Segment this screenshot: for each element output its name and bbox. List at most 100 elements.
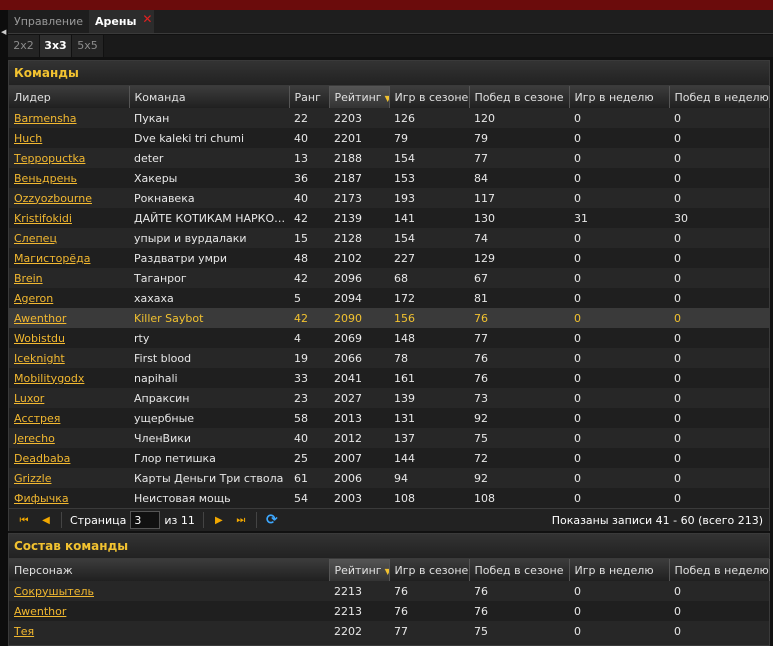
table-row[interactable]: Wobistdu rty 4 2069 148 77 0 0 (9, 328, 769, 348)
cell-rank: 36 (289, 168, 329, 188)
table-row[interactable]: Awenthor Killer Saybot 42 2090 156 76 0 0 (9, 308, 769, 328)
character-link[interactable]: Тея (14, 625, 34, 638)
character-link[interactable]: Слепец (14, 232, 57, 245)
cell-rating: 2003 (329, 488, 389, 508)
table-row[interactable]: Слепец упыри и вурдалаки 15 2128 154 74 0 0 (9, 228, 769, 248)
table-row[interactable]: Awenthor 2213 76 76 0 0 (9, 601, 769, 621)
tab-5x5[interactable]: 5x5 (72, 35, 104, 57)
column-header-season-games[interactable]: Игр в сезоне (389, 559, 470, 581)
cell-week-games: 0 (569, 268, 669, 288)
collapse-handle[interactable]: ◀ (0, 10, 8, 646)
table-row[interactable]: Сокрушытель 2213 76 76 0 0 (9, 581, 769, 601)
cell-season-wins: 92 (469, 408, 569, 428)
cell-rating: 2201 (329, 128, 389, 148)
first-page-icon[interactable]: ⏮ (13, 515, 35, 526)
character-link[interactable]: Brein (14, 272, 43, 285)
refresh-icon[interactable]: ⟳ (261, 512, 283, 528)
table-row[interactable]: Веньдрень Хакеры 36 2187 153 84 0 0 (9, 168, 769, 188)
column-header-season-wins[interactable]: Побед в сезоне (469, 86, 570, 108)
character-link[interactable]: Wobistdu (14, 332, 65, 345)
cell-leader: Luxor (9, 388, 129, 408)
tab-3x3[interactable]: 3x3 (40, 35, 72, 57)
cell-week-wins: 0 (669, 248, 769, 268)
table-row[interactable]: Асстрея ущербные 58 2013 131 92 0 0 (9, 408, 769, 428)
column-header-week-wins[interactable]: Побед в неделю (669, 86, 770, 108)
table-row[interactable]: Grizzle Карты Деньги Три ствола 61 2006 94 92… (9, 468, 769, 488)
table-row[interactable]: Kristifokidi ДАЙТЕ КОТИКАМ НАРКОТИКИ 42 213… (9, 208, 769, 228)
character-link[interactable]: Веньдрень (14, 172, 77, 185)
character-link[interactable]: Luxor (14, 392, 44, 405)
character-link[interactable]: Iceknight (14, 352, 65, 365)
character-link[interactable]: Mobilitygodx (14, 372, 84, 385)
cell-week-games: 31 (569, 208, 669, 228)
cell-season-games: 161 (389, 368, 469, 388)
column-header-character[interactable]: Персонаж (9, 559, 330, 581)
column-header-rating[interactable]: Рейтинг▼ (329, 559, 390, 581)
table-row[interactable]: Iceknight First blood 19 2066 78 76 0 0 (9, 348, 769, 368)
table-row[interactable]: Тея 2202 77 75 0 0 (9, 621, 769, 641)
table-row[interactable]: Терpopuctka deter 13 2188 154 77 0 0 (9, 148, 769, 168)
character-link[interactable]: Ozzyozbourne (14, 192, 92, 205)
last-page-icon[interactable]: ⏭ (230, 515, 252, 526)
table-row[interactable]: Barmensha Пукан 22 2203 126 120 0 0 (9, 108, 769, 128)
column-header-season-games[interactable]: Игр в сезоне (389, 86, 470, 108)
cell-team: хахаха (129, 288, 289, 308)
table-row[interactable]: Jerecho ЧленВики 40 2012 137 75 0 0 (9, 428, 769, 448)
cell-week-wins: 0 (669, 148, 769, 168)
character-link[interactable]: Awenthor (14, 312, 66, 325)
table-row[interactable]: Huch Dve kaleki tri chumi 40 2201 79 79 0 0 (9, 128, 769, 148)
cell-rank: 42 (289, 268, 329, 288)
column-header-leader[interactable]: Лидер (9, 86, 130, 108)
table-row[interactable]: Deadbaba Глор петишка 25 2007 144 72 0 0 (9, 448, 769, 468)
cell-week-wins: 30 (669, 208, 769, 228)
table-row[interactable]: Ozzyozbourne Рокнавека 40 2173 193 117 0 0 (9, 188, 769, 208)
cell-week-wins: 0 (669, 228, 769, 248)
column-header-week-games[interactable]: Игр в неделю (569, 86, 670, 108)
character-link[interactable]: Асстрея (14, 412, 60, 425)
table-row[interactable]: Магисторёда Раздватри умри 48 2102 227 129 0 0 (9, 248, 769, 268)
cell-season-games: 131 (389, 408, 469, 428)
page-input[interactable] (130, 511, 161, 529)
tab-arenas[interactable]: Арены ✕ (89, 10, 155, 33)
character-link[interactable]: Awenthor (14, 605, 66, 618)
character-link[interactable]: Сокрушытель (14, 585, 94, 598)
cell-leader: Iceknight (9, 348, 129, 368)
column-label: Игр в сезоне (394, 563, 469, 577)
table-row[interactable]: Luxor Апраксин 23 2027 139 73 0 0 (9, 388, 769, 408)
character-link[interactable]: Фифычка (14, 492, 69, 505)
column-header-rank[interactable]: Ранг (289, 86, 330, 108)
character-link[interactable]: Barmensha (14, 112, 77, 125)
cell-rating: 2027 (329, 388, 389, 408)
next-page-icon[interactable]: ▶ (208, 515, 230, 526)
cell-season-games: 227 (389, 248, 469, 268)
column-header-season-wins[interactable]: Побед в сезоне (469, 559, 570, 581)
column-header-week-games[interactable]: Игр в неделю (569, 559, 670, 581)
table-row[interactable]: Mobilitygodx napihali 33 2041 161 76 0 0 (9, 368, 769, 388)
character-link[interactable]: Ageron (14, 292, 53, 305)
column-header-week-wins[interactable]: Побед в неделю (669, 559, 770, 581)
cell-season-wins: 76 (469, 308, 569, 328)
cell-season-games: 139 (389, 388, 469, 408)
table-row[interactable]: Brein Таганрог 42 2096 68 67 0 0 (9, 268, 769, 288)
window-top-bar (0, 0, 773, 10)
column-header-team[interactable]: Команда (129, 86, 290, 108)
close-icon[interactable]: ✕ (142, 13, 152, 25)
character-link[interactable]: Терpopuctka (14, 152, 85, 165)
cell-rating: 2203 (329, 108, 389, 128)
cell-season-games: 126 (389, 108, 469, 128)
prev-page-icon[interactable]: ◀ (35, 515, 57, 526)
character-link[interactable]: Huch (14, 132, 42, 145)
tab-2x2[interactable]: 2x2 (8, 35, 40, 57)
character-link[interactable]: Deadbaba (14, 452, 70, 465)
cell-rank: 40 (289, 428, 329, 448)
character-link[interactable]: Jerecho (14, 432, 55, 445)
character-link[interactable]: Магисторёда (14, 252, 90, 265)
character-link[interactable]: Grizzle (14, 472, 51, 485)
table-row[interactable]: Фифычка Неистовая мощь 54 2003 108 108 0 0 (9, 488, 769, 508)
roster-panel: Состав команды Персонаж Рейтинг▼ Игр в сез… (8, 533, 770, 646)
table-row[interactable]: Ageron хахаха 5 2094 172 81 0 0 (9, 288, 769, 308)
character-link[interactable]: Kristifokidi (14, 212, 72, 225)
column-label: Игр в неделю (574, 563, 654, 577)
column-header-rating[interactable]: Рейтинг▼ (329, 86, 390, 108)
tab-management[interactable]: Управление (8, 10, 89, 33)
